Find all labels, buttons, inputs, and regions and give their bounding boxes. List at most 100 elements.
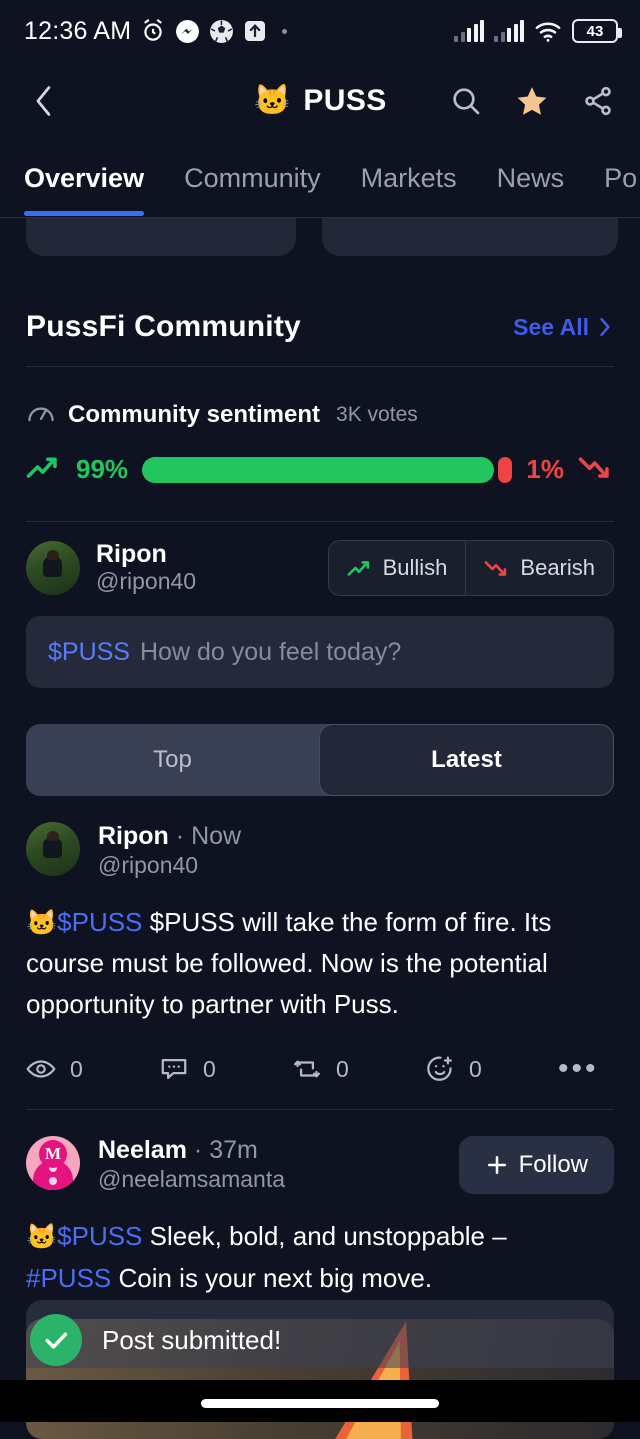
battery-icon: 43 [572,19,622,43]
app-header: 🐱 PUSS [0,62,640,140]
repost-icon [294,1060,320,1078]
toast-notification: Post submitted! [30,1314,281,1366]
alarm-icon [140,18,166,44]
views-action[interactable]: 0 [26,1056,159,1083]
star-icon[interactable] [512,81,552,121]
composer-user-name: Ripon [96,540,167,569]
page-title: PUSS [303,84,387,117]
back-button[interactable] [22,79,66,123]
bearish-button-label: Bearish [520,555,595,580]
status-bar-left: 12:36 AM [24,17,288,46]
feed-post: Ripon · Now @ripon40 🐱$PUSS $PUSS will t… [0,796,640,1111]
tab-overview[interactable]: Overview [24,163,145,216]
feed-sort-segments: Top Latest [26,724,614,796]
post-author-handle: @ripon40 [98,851,199,878]
search-icon[interactable] [446,81,486,121]
trend-down-icon [484,561,507,576]
sentiment-vote-group: Bullish Bearish [327,540,614,596]
community-section: PussFi Community See All Community senti… [0,300,640,796]
post-body-text: Sleek, bold, and unstoppable – [149,1221,507,1252]
post-text: 🐱$PUSS Sleek, bold, and unstoppable – #P… [26,1216,614,1299]
tab-community[interactable]: Community [184,163,321,194]
avatar[interactable] [26,822,80,876]
see-all-label: See All [513,313,589,340]
composer-user-row: Ripon @ripon40 Bullish Bearish [26,522,614,596]
reaction-action[interactable]: 0 [425,1055,558,1083]
composer-user-handle: @ripon40 [96,568,197,595]
post-actions: 0 0 0 0 ••• [26,1025,614,1109]
upload-arrow-icon [243,19,267,43]
post-time: · Now [175,822,242,850]
sentiment-track[interactable] [142,456,513,483]
post-text: 🐱$PUSS $PUSS will take the form of fire.… [26,902,614,1026]
soccer-ball-icon [209,19,234,44]
segment-top[interactable]: Top [26,724,319,796]
post-ticker[interactable]: $PUSS [57,907,142,937]
sentiment-votes: 3K votes [336,402,418,426]
post-header: Ripon · Now @ripon40 [26,822,614,880]
tab-news[interactable]: News [497,163,565,194]
scrolled-cards-peek [0,178,640,300]
post-author-name: Ripon [98,822,169,850]
trend-down-icon [578,452,614,487]
post-time: · 37m [193,1136,258,1165]
avatar[interactable] [26,541,80,595]
post-hashtag[interactable]: #PUSS [26,1263,111,1293]
signal-bars-icon-2 [494,20,524,42]
composer-ticker: $PUSS [48,637,130,666]
check-circle-icon [30,1314,82,1366]
share-icon[interactable] [578,81,618,121]
status-dot-icon [282,28,288,34]
post-body-text-2: Coin is your next big move. [111,1262,433,1293]
messenger-icon [175,19,200,44]
community-sentiment-header: Community sentiment 3K votes [26,367,614,436]
coin-logo-icon: 🐱 [253,84,292,117]
cat-emoji-icon: 🐱 [26,1223,58,1252]
chevron-right-icon [600,317,610,337]
avatar[interactable]: M [26,1136,80,1191]
community-title: PussFi Community [26,310,301,343]
post-author-block: Neelam · 37m @neelamsamanta [98,1136,285,1194]
reaction-count: 0 [469,1055,482,1082]
repost-count: 0 [336,1055,349,1082]
status-bar-right: 43 [454,19,622,43]
post-author-line: Ripon · Now [98,822,241,851]
post-author-name: Neelam [98,1136,187,1165]
post-author-handle: @neelamsamanta [98,1165,285,1192]
more-options-icon[interactable]: ••• [558,1054,599,1084]
composer-user-names: Ripon @ripon40 [96,540,196,596]
signal-bars-icon-1 [454,20,484,42]
bearish-button[interactable]: Bearish [465,541,613,595]
toast-message: Post submitted! [102,1324,282,1355]
header-actions [446,81,618,121]
post-author-block: Ripon · Now @ripon40 [98,822,241,880]
bullish-button[interactable]: Bullish [329,541,466,595]
status-bar: 12:36 AM 43 [0,0,640,62]
home-indicator[interactable] [201,1399,439,1408]
tab-portfolio[interactable]: Po [604,163,637,194]
bearish-percent: 1% [526,454,564,484]
composer-placeholder: How do you feel today? [139,637,402,666]
see-all-link[interactable]: See All [513,314,614,341]
sentiment-bar-row: 99% 1% [26,436,614,521]
community-section-header: PussFi Community See All [26,300,614,366]
cat-emoji-icon: 🐱 [26,908,58,937]
views-count: 0 [70,1055,83,1082]
post-author-line: Neelam · 37m [98,1136,285,1165]
post-composer-input[interactable]: $PUSS How do you feel today? [26,616,614,688]
post-ticker[interactable]: $PUSS [57,1221,142,1251]
comments-action[interactable]: 0 [159,1056,292,1083]
tab-bar: Overview Community Markets News Po [0,140,640,218]
tab-markets[interactable]: Markets [361,163,457,194]
follow-button[interactable]: Follow [458,1136,614,1195]
segment-latest[interactable]: Latest [319,724,614,796]
bullish-button-label: Bullish [382,555,448,580]
post-header: M Neelam · 37m @neelamsamanta Follow [26,1136,614,1195]
repost-action[interactable]: 0 [292,1056,425,1083]
comments-count: 0 [203,1055,216,1082]
coinmarketcap-icon: M [39,1140,67,1169]
sentiment-label: Community sentiment [68,400,321,428]
comment-icon [161,1059,187,1080]
follow-button-label: Follow [518,1151,588,1179]
gauge-icon [26,399,56,430]
